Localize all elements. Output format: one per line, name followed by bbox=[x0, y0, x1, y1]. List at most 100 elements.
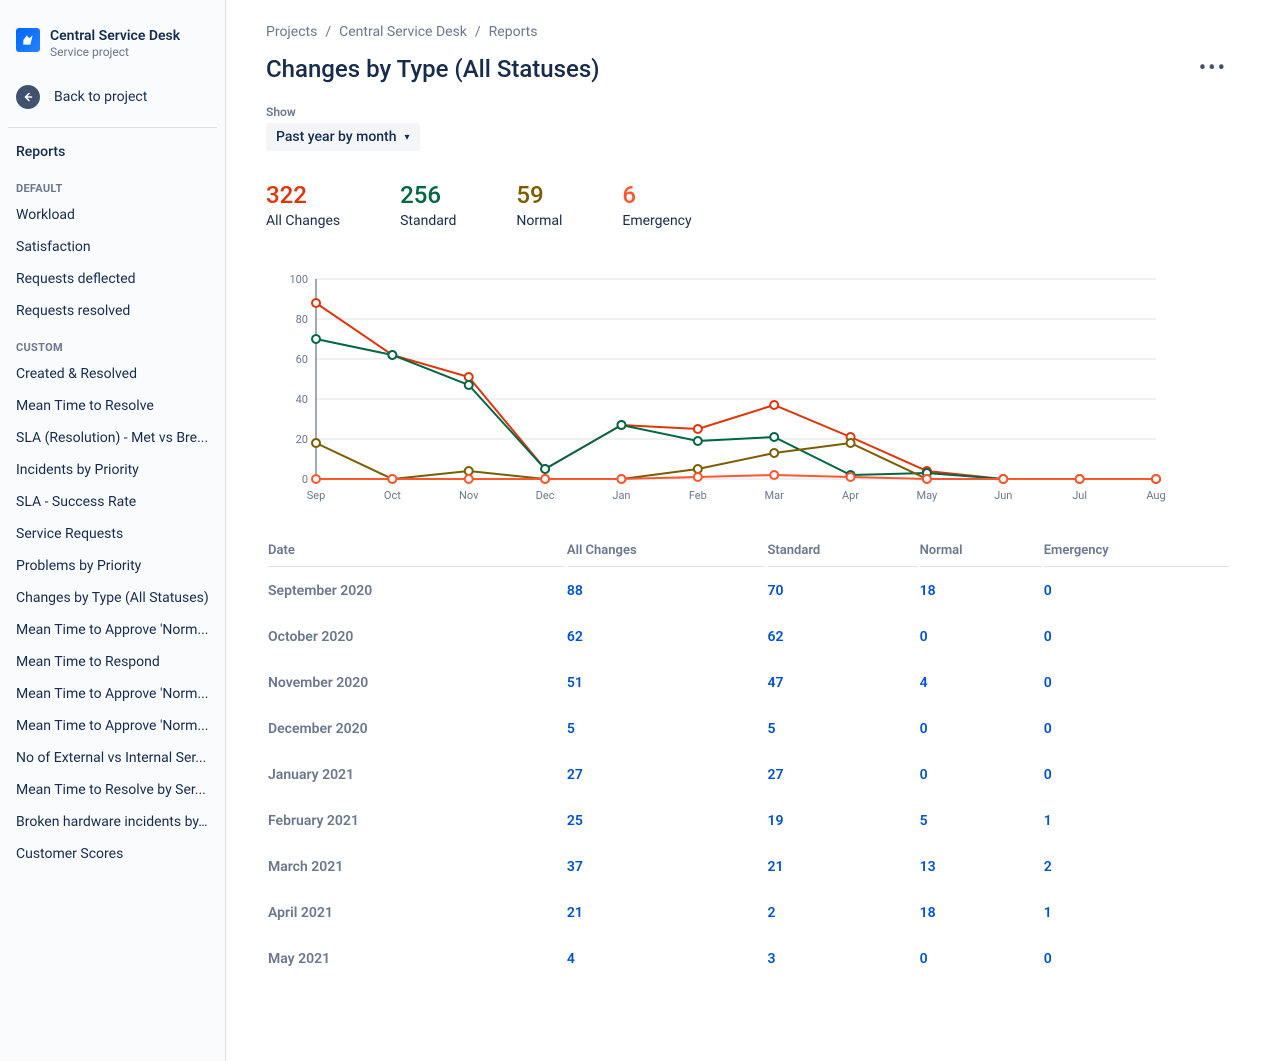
value-cell[interactable]: 5 bbox=[567, 707, 766, 751]
sidebar-item[interactable]: Created & Resolved bbox=[8, 358, 217, 390]
project-header[interactable]: Central Service Desk Service project bbox=[8, 24, 217, 75]
svg-text:Jun: Jun bbox=[994, 489, 1012, 502]
value-cell[interactable]: 0 bbox=[1044, 661, 1229, 705]
metric-label: Normal bbox=[516, 213, 562, 229]
value-cell[interactable]: 1 bbox=[1044, 799, 1229, 843]
value-cell[interactable]: 5 bbox=[767, 707, 917, 751]
sidebar-item[interactable]: Mean Time to Resolve by Ser... bbox=[8, 774, 217, 806]
value-cell[interactable]: 0 bbox=[1044, 569, 1229, 613]
date-cell: September 2020 bbox=[268, 569, 565, 613]
value-cell[interactable]: 0 bbox=[1044, 937, 1229, 981]
metric-value: 256 bbox=[400, 181, 456, 209]
value-cell[interactable]: 27 bbox=[767, 753, 917, 797]
svg-text:Oct: Oct bbox=[384, 489, 401, 502]
value-cell[interactable]: 0 bbox=[920, 753, 1042, 797]
sidebar-item[interactable]: Mean Time to Resolve bbox=[8, 390, 217, 422]
value-cell[interactable]: 88 bbox=[567, 569, 766, 613]
value-cell[interactable]: 0 bbox=[920, 615, 1042, 659]
value-cell[interactable]: 51 bbox=[567, 661, 766, 705]
metric-value: 6 bbox=[622, 181, 691, 209]
value-cell[interactable]: 47 bbox=[767, 661, 917, 705]
show-label: Show bbox=[266, 105, 1231, 119]
metric-label: Standard bbox=[400, 213, 456, 229]
chevron-down-icon: ▾ bbox=[405, 132, 410, 143]
value-cell[interactable]: 37 bbox=[567, 845, 766, 889]
value-cell[interactable]: 25 bbox=[567, 799, 766, 843]
value-cell[interactable]: 18 bbox=[920, 569, 1042, 613]
svg-text:20: 20 bbox=[296, 433, 308, 446]
date-cell: December 2020 bbox=[268, 707, 565, 751]
metrics-summary: 322All Changes256Standard59Normal6Emerge… bbox=[266, 181, 1231, 229]
value-cell[interactable]: 13 bbox=[920, 845, 1042, 889]
value-cell[interactable]: 0 bbox=[920, 707, 1042, 751]
date-cell: January 2021 bbox=[268, 753, 565, 797]
sidebar-item[interactable]: Requests deflected bbox=[8, 263, 217, 295]
metric: 322All Changes bbox=[266, 181, 340, 229]
sidebar-item[interactable]: Service Requests bbox=[8, 518, 217, 550]
metric-value: 59 bbox=[516, 181, 562, 209]
value-cell[interactable]: 2 bbox=[1044, 845, 1229, 889]
value-cell[interactable]: 19 bbox=[767, 799, 917, 843]
sidebar: Central Service Desk Service project Bac… bbox=[0, 0, 226, 1061]
sidebar-item[interactable]: Mean Time to Approve 'Norm... bbox=[8, 614, 217, 646]
value-cell[interactable]: 0 bbox=[1044, 707, 1229, 751]
breadcrumb: Projects / Central Service Desk / Report… bbox=[266, 24, 1231, 40]
line-chart: 020406080100SepOctNovDecJanFebMarAprMayJ… bbox=[266, 269, 1231, 513]
sidebar-item[interactable]: Mean Time to Approve 'Norm... bbox=[8, 678, 217, 710]
date-cell: October 2020 bbox=[268, 615, 565, 659]
column-header: Standard bbox=[767, 535, 917, 567]
sidebar-item[interactable]: No of External vs Internal Ser... bbox=[8, 742, 217, 774]
project-title: Central Service Desk bbox=[50, 28, 180, 45]
back-label: Back to project bbox=[54, 89, 147, 105]
value-cell[interactable]: 62 bbox=[567, 615, 766, 659]
breadcrumb-reports[interactable]: Reports bbox=[489, 24, 538, 40]
data-table: DateAll ChangesStandardNormalEmergency S… bbox=[266, 533, 1231, 983]
sidebar-item[interactable]: Incidents by Priority bbox=[8, 454, 217, 486]
table-row: November 2020514740 bbox=[268, 661, 1229, 705]
sidebar-item[interactable]: Broken hardware incidents by... bbox=[8, 806, 217, 838]
show-range-dropdown[interactable]: Past year by month ▾ bbox=[266, 123, 420, 151]
date-cell: November 2020 bbox=[268, 661, 565, 705]
sidebar-item[interactable]: Customer Scores bbox=[8, 838, 217, 870]
value-cell[interactable]: 3 bbox=[767, 937, 917, 981]
sidebar-item[interactable]: Problems by Priority bbox=[8, 550, 217, 582]
table-row: January 2021272700 bbox=[268, 753, 1229, 797]
sidebar-item[interactable]: Mean Time to Approve 'Norm... bbox=[8, 710, 217, 742]
table-row: April 2021212181 bbox=[268, 891, 1229, 935]
svg-text:80: 80 bbox=[296, 313, 308, 326]
breadcrumb-projects[interactable]: Projects bbox=[266, 24, 317, 40]
sidebar-item[interactable]: Mean Time to Respond bbox=[8, 646, 217, 678]
more-actions-button[interactable]: ••• bbox=[1195, 52, 1231, 85]
svg-text:100: 100 bbox=[289, 273, 308, 286]
main-content: Projects / Central Service Desk / Report… bbox=[226, 0, 1271, 1061]
value-cell[interactable]: 18 bbox=[920, 891, 1042, 935]
value-cell[interactable]: 0 bbox=[1044, 753, 1229, 797]
value-cell[interactable]: 4 bbox=[920, 661, 1042, 705]
value-cell[interactable]: 27 bbox=[567, 753, 766, 797]
back-to-project-link[interactable]: Back to project bbox=[8, 75, 217, 119]
value-cell[interactable]: 5 bbox=[920, 799, 1042, 843]
value-cell[interactable]: 0 bbox=[920, 937, 1042, 981]
svg-text:60: 60 bbox=[296, 353, 308, 366]
sidebar-item[interactable]: SLA (Resolution) - Met vs Bre... bbox=[8, 422, 217, 454]
value-cell[interactable]: 62 bbox=[767, 615, 917, 659]
value-cell[interactable]: 21 bbox=[567, 891, 766, 935]
value-cell[interactable]: 0 bbox=[1044, 615, 1229, 659]
reports-heading: Reports bbox=[8, 136, 217, 168]
value-cell[interactable]: 4 bbox=[567, 937, 766, 981]
sidebar-item[interactable]: Workload bbox=[8, 199, 217, 231]
value-cell[interactable]: 1 bbox=[1044, 891, 1229, 935]
sidebar-item[interactable]: SLA - Success Rate bbox=[8, 486, 217, 518]
table-row: May 20214300 bbox=[268, 937, 1229, 981]
value-cell[interactable]: 21 bbox=[767, 845, 917, 889]
breadcrumb-project[interactable]: Central Service Desk bbox=[339, 24, 467, 40]
svg-text:40: 40 bbox=[296, 393, 308, 406]
project-icon bbox=[16, 28, 40, 52]
sidebar-item[interactable]: Requests resolved bbox=[8, 295, 217, 327]
svg-text:May: May bbox=[917, 489, 939, 502]
sidebar-item[interactable]: Satisfaction bbox=[8, 231, 217, 263]
value-cell[interactable]: 70 bbox=[767, 569, 917, 613]
sidebar-item[interactable]: Changes by Type (All Statuses) bbox=[8, 582, 217, 614]
value-cell[interactable]: 2 bbox=[767, 891, 917, 935]
section-custom-label: CUSTOM bbox=[8, 327, 217, 358]
